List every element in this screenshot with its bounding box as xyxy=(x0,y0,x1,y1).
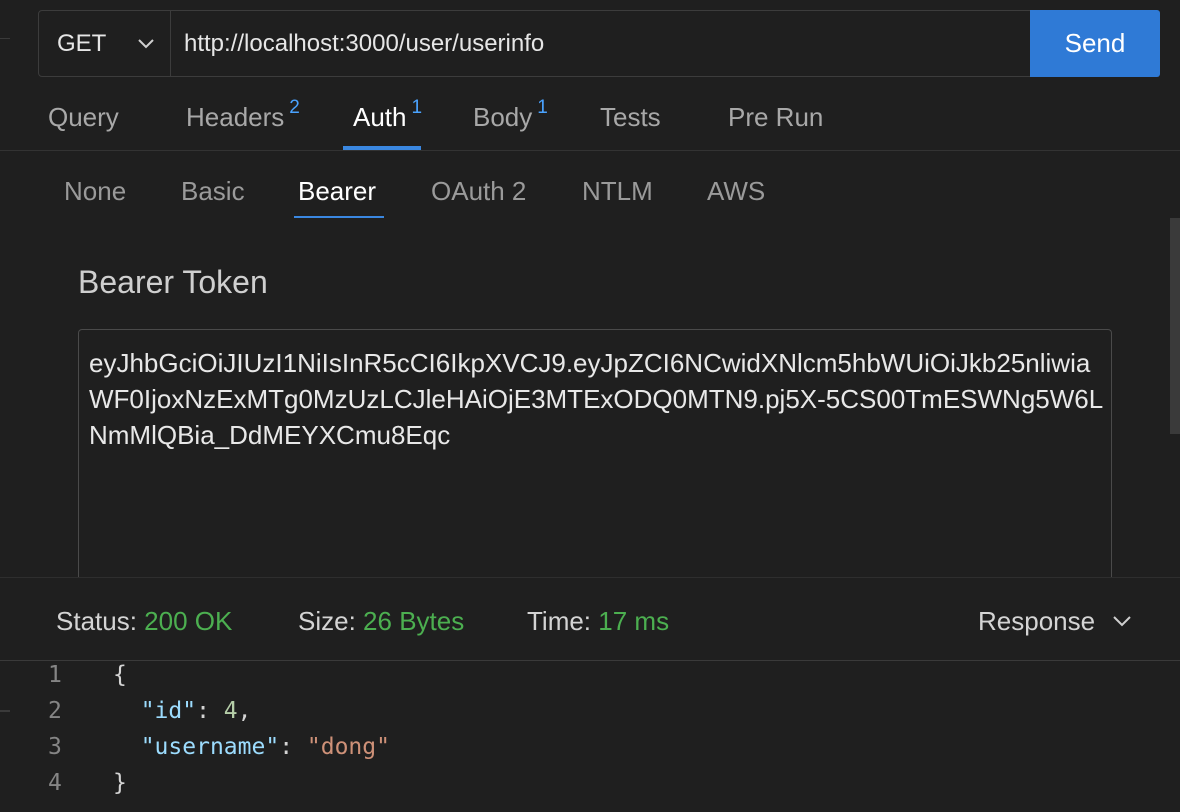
chevron-down-icon xyxy=(1113,616,1131,627)
method-label: GET xyxy=(57,29,107,57)
auth-type-none[interactable]: None xyxy=(64,176,126,207)
bearer-token-label: Bearer Token xyxy=(78,264,268,300)
code-line: 1 { xyxy=(0,662,1180,698)
tab-count-badge: 1 xyxy=(411,97,423,118)
code-line: 3 "username": "dong" xyxy=(0,734,1180,770)
code-text: "id": 4, xyxy=(140,698,252,724)
response-view-label: Response xyxy=(978,606,1096,636)
active-tab-indicator xyxy=(343,146,421,150)
method-select[interactable]: GET xyxy=(39,11,171,76)
bearer-token-textarea[interactable]: eyJhbGciOiJIUzI1NiIsInR5cCI6IkpXVCJ9.eyJ… xyxy=(78,329,1112,591)
response-view-select[interactable]: Response xyxy=(978,606,1131,637)
json-key: "username" xyxy=(140,734,280,760)
send-button[interactable]: Send xyxy=(1030,10,1160,77)
line-number: 3 xyxy=(48,734,62,760)
tab-label: Body xyxy=(473,102,533,132)
auth-type-bearer[interactable]: Bearer xyxy=(298,176,376,207)
status-stat: Status: 200 OK xyxy=(56,606,232,637)
bearer-token-value: eyJhbGciOiJIUzI1NiIsInR5cCI6IkpXVCJ9.eyJ… xyxy=(89,348,1104,450)
vertical-scrollbar[interactable] xyxy=(1170,218,1180,434)
auth-type-ntlm[interactable]: NTLM xyxy=(582,176,653,207)
size-label: Size: xyxy=(298,606,356,636)
code-text: { xyxy=(113,662,127,688)
auth-type-aws[interactable]: AWS xyxy=(707,176,765,207)
status-value: 200 OK xyxy=(144,606,233,636)
size-stat: Size: 26 Bytes xyxy=(298,606,464,637)
chevron-down-icon xyxy=(138,38,154,48)
tab-headers[interactable]: Headers 2 xyxy=(186,98,300,133)
tab-count-badge: 2 xyxy=(289,97,300,118)
tab-label: Pre Run xyxy=(728,102,824,132)
json-comma: , xyxy=(237,698,252,724)
tab-tests[interactable]: Tests xyxy=(600,102,661,133)
auth-type-basic[interactable]: Basic xyxy=(181,176,245,207)
tab-auth[interactable]: Auth 1 xyxy=(353,98,422,133)
time-stat: Time: 17 ms xyxy=(527,606,669,637)
json-value: 4 xyxy=(223,698,238,724)
response-status-bar: Status: 200 OK Size: 26 Bytes Time: 17 m… xyxy=(0,578,1180,661)
api-client-panel: GET http://localhost:3000/user/userinfo … xyxy=(0,0,1180,812)
tab-pre-run[interactable]: Pre Run xyxy=(728,102,823,133)
tab-label: Auth xyxy=(353,102,407,132)
time-value: 17 ms xyxy=(598,606,670,636)
tab-body[interactable]: Body 1 xyxy=(473,98,548,133)
code-text: } xyxy=(113,770,127,796)
request-url-bar: GET http://localhost:3000/user/userinfo … xyxy=(38,10,1160,77)
tab-query[interactable]: Query xyxy=(48,102,119,133)
editor-edge-line xyxy=(0,38,10,39)
active-auth-type-indicator xyxy=(294,216,384,218)
request-tabs: Query Headers 2 Auth 1 Body 1 Tests Pre Run xyxy=(0,90,1180,151)
json-value: "dong" xyxy=(306,734,390,760)
line-number: 1 xyxy=(48,662,62,688)
tab-label: Tests xyxy=(600,102,661,132)
line-number: 4 xyxy=(48,770,62,796)
size-value: 26 Bytes xyxy=(363,606,465,636)
status-label: Status: xyxy=(56,606,137,636)
json-key: "id" xyxy=(140,698,197,724)
line-number: 2 xyxy=(48,698,62,724)
code-text: "username": "dong" xyxy=(140,734,390,760)
tab-label: Query xyxy=(48,102,119,132)
tab-count-badge: 1 xyxy=(537,97,548,118)
code-line: 4 } xyxy=(0,770,1180,806)
tab-label: Headers xyxy=(186,102,285,132)
code-line: 2 "id": 4, xyxy=(0,698,1180,734)
url-input[interactable]: http://localhost:3000/user/userinfo xyxy=(171,11,1030,76)
time-label: Time: xyxy=(527,606,592,636)
auth-type-oauth2[interactable]: OAuth 2 xyxy=(431,176,526,207)
